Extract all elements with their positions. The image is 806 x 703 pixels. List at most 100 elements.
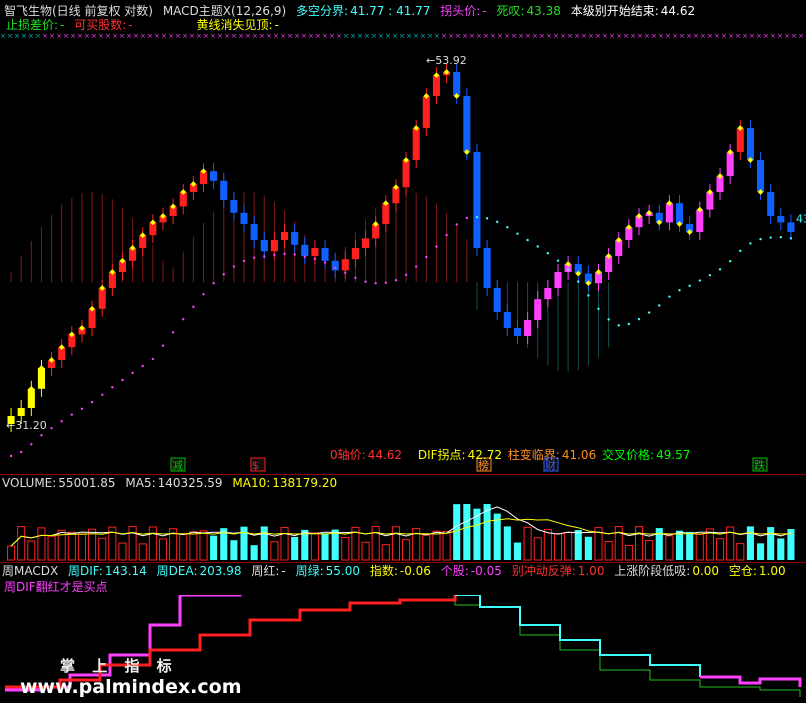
dea-value: 203.98 [199,564,242,578]
zs-label: 止损差价: [6,18,59,32]
signal-cross: × [427,32,433,40]
signal-cross: × [98,32,104,40]
ma-dot [455,223,458,226]
signal-cross: × [112,32,118,40]
signal-cross: × [119,32,125,40]
candle-body [757,160,765,192]
candle-body [250,224,258,240]
signal-cross: × [343,32,349,40]
volume-bar [17,526,26,561]
signal-cross: × [70,32,76,40]
ma-dot [344,271,347,274]
ma-dot [496,220,499,224]
ma-dot [161,344,165,347]
signal-cross: × [133,32,139,40]
gg-value: -0.05 [470,564,502,578]
signal-cross: × [77,32,83,40]
volume-bar [686,531,694,560]
ma-dot [19,450,23,454]
ma-dot [688,284,691,287]
signal-cross: × [574,32,580,40]
stock-title: 智飞生物(日线 前复权 对数) [4,4,153,18]
ma-dot [263,255,266,258]
ma-dot [678,289,681,292]
ma-dot [627,322,631,326]
candle-body [230,200,238,213]
zs-index-value: -0.06 [399,564,431,578]
ma-dot [587,294,590,297]
ma-dot [698,279,701,282]
ma-dot [789,237,793,240]
ma-dot [425,255,428,259]
indicator-name: MACD主题X(12,26,9) [162,4,287,18]
signal-cross: × [511,32,517,40]
kc-label: 空仓: [728,564,757,578]
ma-dot [647,311,651,314]
dif-label: 周DIF: [68,564,103,578]
signal-cross: × [189,32,195,40]
signal-text: $ [252,459,259,472]
high-label: ←53.92 [426,54,467,67]
sz-label: 上涨阶段低吸: [614,564,691,578]
header-row: 智飞生物(日线 前复权 对数) MACD主题X(12,26,9) 多空分界: 41… [0,4,701,18]
signal-cross: × [490,32,496,40]
ma-dot [40,434,43,437]
candle-body [473,152,481,248]
bj-value: 44.62 [660,4,696,18]
volume-bar [179,534,188,561]
volume-bar [310,532,319,561]
signal-cross: × [406,32,412,40]
ma-dot [60,420,63,423]
signal-cross: × [644,32,650,40]
signal-cross: × [231,32,237,40]
signal-cross: × [728,32,734,40]
low-label: ←31.20 [6,419,47,432]
signal-cross: × [336,32,342,40]
signal-cross: × [392,32,398,40]
vol-value: 55001.85 [58,476,116,490]
volume-bar [553,532,563,561]
signal-cross: × [567,32,573,40]
candle-body [351,248,359,260]
ma-dot [465,216,469,220]
candle-body [331,260,339,271]
signal-cross: × [28,32,34,40]
signal-cross: × [294,32,300,40]
signal-cross: × [350,32,356,40]
zero-axis-value: 44.62 [367,448,403,462]
signal-cross: × [497,32,503,40]
dea-label: 周DEA: [156,564,198,578]
signal-cross: × [0,32,6,40]
macd-title: 周MACDX [2,564,59,578]
candle-body [382,203,390,224]
volume-bar [624,544,633,561]
signal-cross: × [371,32,377,40]
ma-dot [323,261,327,264]
signal-cross: × [770,32,776,40]
watermark-url: www.palmindex.com [20,676,242,698]
ma-dot [50,426,53,430]
candle-body [260,240,268,252]
volume-bar [442,530,451,561]
signal-cross: × [301,32,307,40]
cross-price-label: 交叉价格: [602,448,655,462]
signal-cross: × [217,32,223,40]
macd-note-text: 周DIF翻红才是买点 [4,580,108,594]
signal-text: 跌 [754,458,765,472]
ma-dot [151,357,155,361]
ma-dot [769,236,772,239]
ma-dot [445,233,448,237]
gt-value: - [482,4,487,18]
dif-value: 143.14 [104,564,147,578]
candle-body [493,288,501,312]
panel-separator [0,474,806,475]
signal-cross: × [245,32,251,40]
signal-cross: × [203,32,209,40]
signal-cross: × [742,32,748,40]
volume-bar [128,525,137,561]
signal-cross: × [273,32,279,40]
hj-value: - [274,18,279,32]
volume-bar [98,537,107,561]
signal-cross: × [364,32,370,40]
gg-label: 个股: [440,564,469,578]
